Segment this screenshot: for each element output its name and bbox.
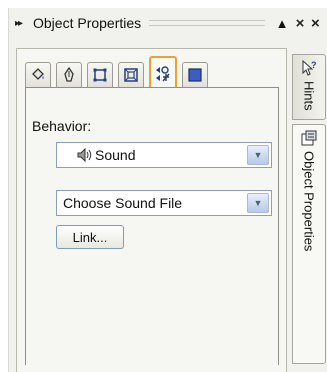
pen-nib-icon [64, 67, 74, 82]
hint-cursor-icon: ? [302, 59, 317, 76]
close-button[interactable]: × [291, 15, 309, 32]
speaker-icon [77, 147, 92, 163]
fill-tab[interactable] [25, 62, 51, 87]
object-properties-docker: ▸▸ Object Properties ▲ × × Behavior: Sou… [8, 8, 327, 372]
tab-hints-label: Hints [301, 81, 317, 111]
tab-object-properties[interactable]: Object Properties [292, 124, 326, 364]
docker-title: Object Properties [33, 15, 142, 31]
link-button[interactable]: Link... [56, 225, 124, 249]
internet-behavior-icon [156, 65, 170, 81]
pin-up-button[interactable]: ▲ [273, 16, 291, 31]
object-properties-icon [301, 130, 317, 146]
property-tabs [25, 56, 213, 89]
behavior-label: Behavior: [32, 118, 92, 134]
tab-hints[interactable]: ? Hints [292, 54, 326, 120]
grip-arrows-icon[interactable]: ▸▸ [15, 18, 27, 29]
sound-file-select[interactable]: Choose Sound File ▼ [56, 190, 272, 216]
svg-text:?: ? [311, 60, 317, 70]
behavior-value: Sound [57, 147, 247, 163]
titlebar-grip-line [149, 20, 265, 26]
expand-frame-icon [124, 68, 138, 82]
internet-tab[interactable] [149, 56, 177, 89]
size-tab[interactable] [87, 62, 113, 87]
docker-body: Behavior: Sound ▼ Choose Sound File ▼ Li… [16, 48, 287, 372]
chevron-down-icon[interactable]: ▼ [247, 145, 269, 165]
sound-file-value: Choose Sound File [63, 195, 183, 211]
tab-object-properties-label: Object Properties [301, 151, 317, 252]
position-tab[interactable] [118, 62, 144, 87]
frame-icon [93, 68, 107, 82]
behavior-selected-text: Sound [95, 147, 136, 163]
docker-side-tabs: ? Hints Object Properties [290, 48, 327, 372]
tab-content: Behavior: Sound ▼ Choose Sound File ▼ Li… [25, 87, 279, 365]
behavior-select[interactable]: Sound ▼ [56, 142, 272, 168]
blue-square-icon [188, 68, 202, 82]
outline-tab[interactable] [56, 62, 82, 87]
general-tab[interactable] [182, 62, 208, 87]
paint-bucket-icon [32, 68, 44, 80]
docker-titlebar[interactable]: ▸▸ Object Properties ▲ × [9, 8, 309, 38]
chevron-down-icon[interactable]: ▼ [247, 193, 269, 213]
close-all-button[interactable]: × [311, 15, 320, 32]
